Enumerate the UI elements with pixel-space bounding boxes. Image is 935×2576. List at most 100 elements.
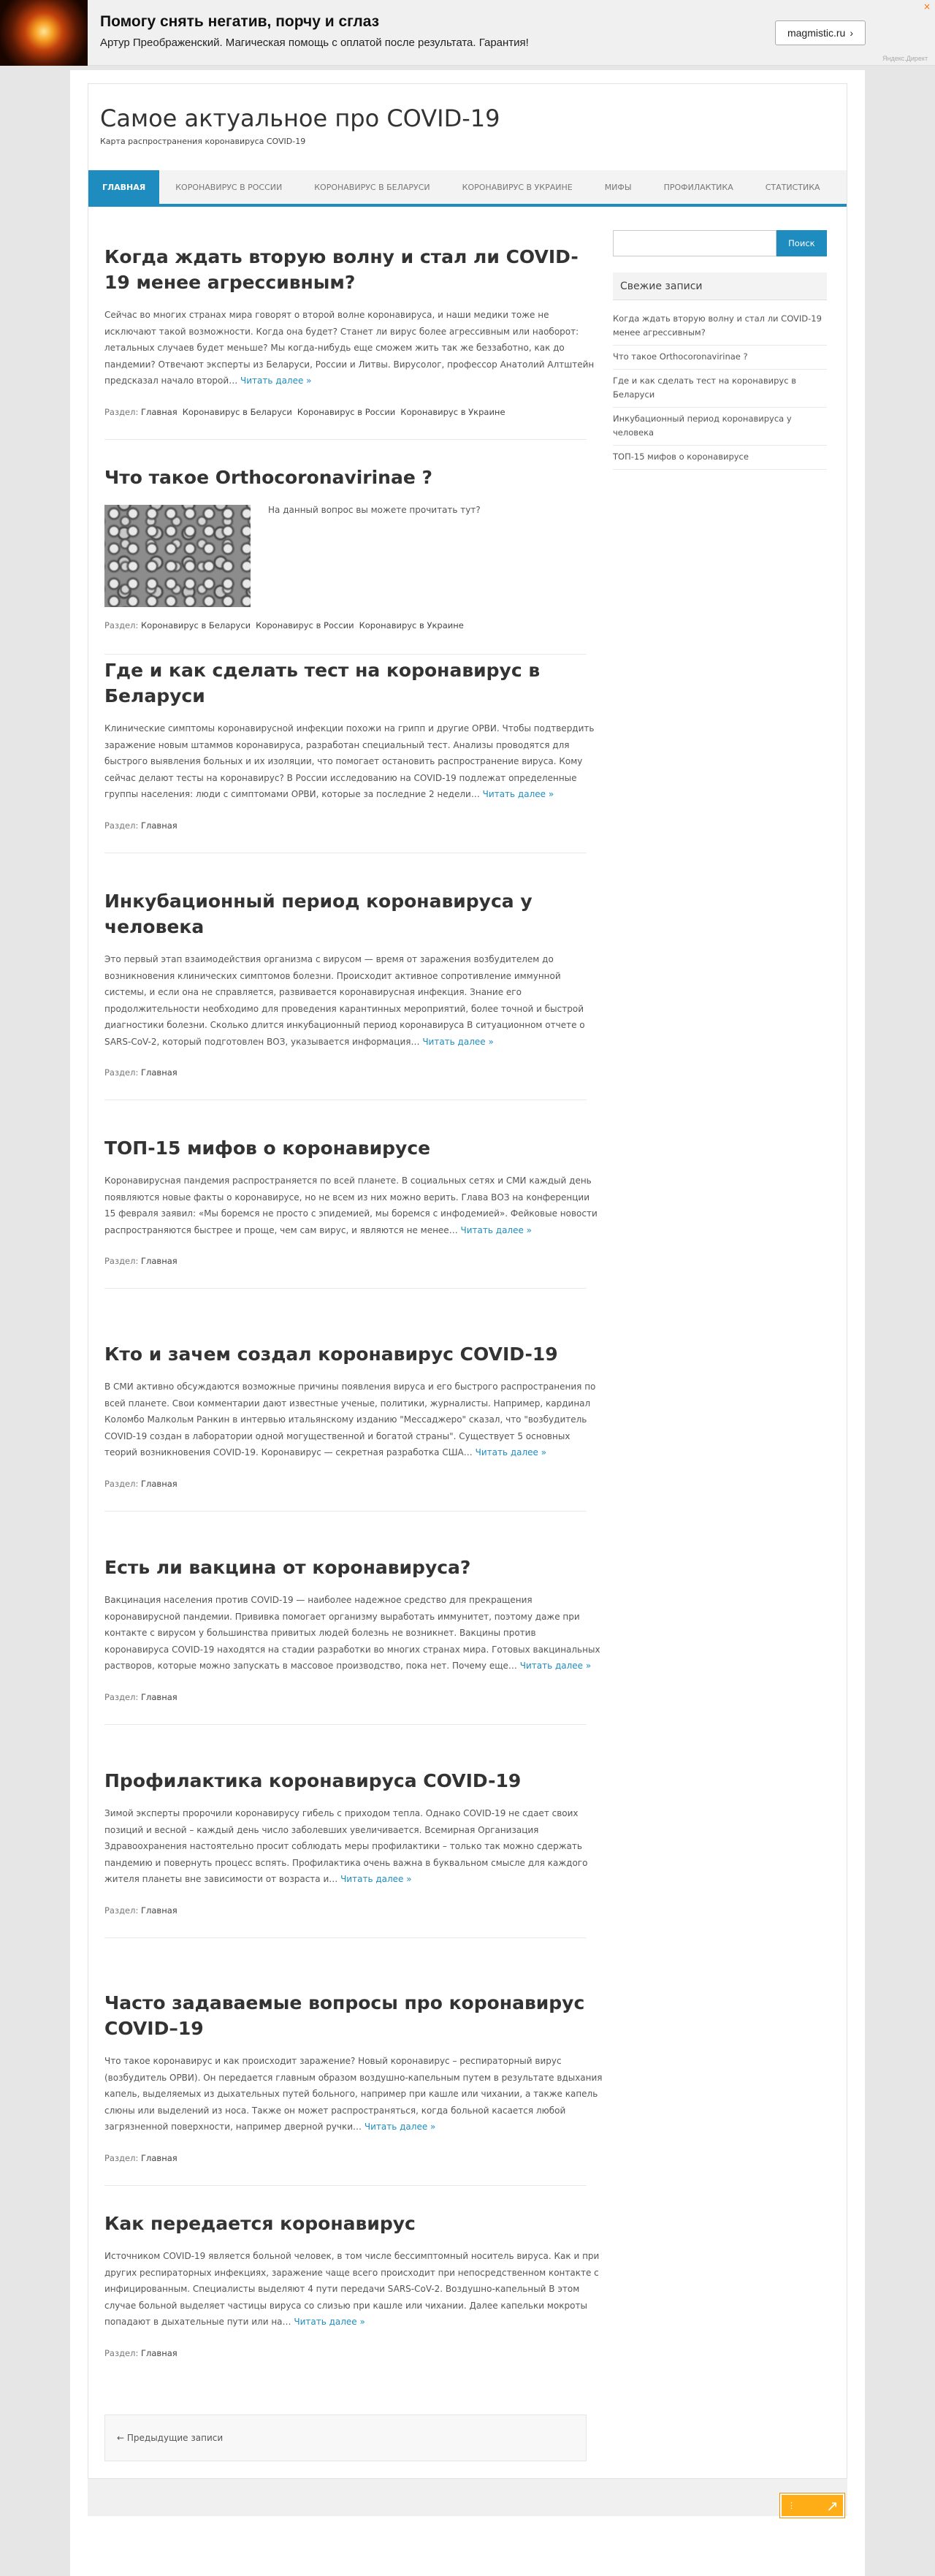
top-ad-banner[interactable]: Помогу снять негатив, порчу и сглаз Арту… [0,0,935,66]
post: Что такое Orthocoronavirinae ? На данный… [104,449,603,655]
post-excerpt: Сейчас во многих странах мира говорят о … [104,310,595,386]
ad-site-button[interactable]: magmistic.ru › [775,20,866,45]
site-container: Самое актуальное про COVID-19 Карта расп… [88,83,847,2516]
read-more-link[interactable]: Читать далее » [422,1037,494,1047]
sidebar: Поиск Свежие записи Когда ждать вторую в… [613,230,827,470]
nav-item-statistics[interactable]: СТАТИСТИКА [749,170,836,204]
nav-item-myths[interactable]: МИФЫ [589,170,648,204]
category-link[interactable]: Главная [141,1067,178,1078]
search-button[interactable]: Поиск [776,230,827,256]
post-thumbnail[interactable] [104,505,251,607]
ad-title[interactable]: Помогу снять негатив, порчу и сглаз [100,13,379,31]
post-divider [104,1510,587,1512]
ad-image[interactable] [0,0,88,66]
ad-label[interactable]: Яндекс.Директ [882,55,928,62]
post-title[interactable]: Что такое Orthocoronavirinae ? [104,458,603,490]
recent-posts-title: Свежие записи [613,273,827,300]
post-divider [104,1723,587,1725]
post-categories: Раздел: Главная Коронавирус в Беларуси Кор… [104,406,505,417]
post-title[interactable]: Профилактика коронавируса COVID-19 [104,1761,603,1794]
arrow-up-right-icon: ↗ [826,2497,839,2515]
post-title[interactable]: Где и как сделать тест на коронавирус в … [104,651,603,709]
post-excerpt: Клинические симптомы коронавирусной инфе… [104,723,595,799]
ad-close-icon[interactable]: × [923,1,931,12]
read-more-link[interactable]: Читать далее » [294,2317,365,2327]
category-link[interactable]: Коронавирус в Украине [400,407,505,417]
category-link[interactable]: Главная [141,1479,178,1489]
post-excerpt: Что такое коронавирус и как происходит з… [104,2056,603,2132]
category-link[interactable]: Главная [141,1905,178,1916]
ad-text: Артур Преображенский. Магическая помощь … [100,37,529,49]
category-link[interactable]: Главная [141,2348,178,2358]
post-title[interactable]: Когда ждать вторую волну и стал ли COVID… [104,237,603,295]
nav-item-prevention[interactable]: ПРОФИЛАКТИКА [648,170,749,204]
read-more-link[interactable]: Читать далее » [365,2122,436,2132]
nav-item-belarus[interactable]: КОРОНАВИРУС В БЕЛАРУСИ [298,170,446,204]
post-excerpt: Источником COVID-19 является больной чел… [104,2251,600,2327]
post: Кто и зачем создал коронавирус COVID-19 … [104,1326,603,1539]
ad-site-label: magmistic.ru [787,27,846,39]
category-link[interactable]: Коронавирус в России [256,620,354,630]
nav-item-ukraine[interactable]: КОРОНАВИРУС В УКРАИНЕ [446,170,589,204]
post: Профилактика коронавируса COVID-19 Зимой… [104,1753,603,1975]
recent-post-link[interactable]: Что такое Orthocoronavirinae ? [613,346,827,370]
nav-item-russia[interactable]: КОРОНАВИРУС В РОССИИ [159,170,298,204]
post-divider [104,2184,587,2186]
category-link[interactable]: Коронавирус в России [297,407,395,417]
site-title[interactable]: Самое актуальное про COVID-19 [100,104,500,132]
read-more-link[interactable]: Читать далее » [340,1874,412,1884]
post-title[interactable]: ТОП-15 мифов о коронавирусе [104,1129,603,1161]
main-nav: ГЛАВНАЯ КОРОНАВИРУС В РОССИИ КОРОНАВИРУС… [88,170,847,207]
read-more-link[interactable]: Читать далее » [476,1447,547,1457]
category-link[interactable]: Коронавирус в Беларуси [183,407,292,417]
post-categories: Раздел: Главная [104,1256,178,1266]
nav-item-home[interactable]: ГЛАВНАЯ [88,170,160,204]
post: ТОП-15 мифов о коронавирусе Коронавирусн… [104,1120,603,1326]
category-link[interactable]: Главная [141,2153,178,2163]
recent-post-link[interactable]: Где и как сделать тест на коронавирус в … [613,370,827,408]
post: Есть ли вакцина от коронавируса? Вакцина… [104,1539,603,1753]
floating-ad-button[interactable]: ⋮ ↗ [780,2493,844,2518]
post-categories: Раздел: Главная [104,820,178,831]
post: Где и как сделать тест на коронавирус в … [104,642,603,873]
post-title[interactable]: Часто задаваемые вопросы про коронавирус… [104,1984,603,2041]
category-link[interactable]: Главная [141,820,178,831]
post-divider [104,1937,587,1938]
read-more-link[interactable]: Читать далее » [240,376,312,386]
post-excerpt: Это первый этап взаимодействия организма… [104,954,585,1047]
recent-post-link[interactable]: Когда ждать вторую волну и стал ли COVID… [613,308,827,346]
footer-bar [88,2478,847,2516]
post-excerpt: В СМИ активно обсуждаются возможные прич… [104,1382,596,1457]
search-input[interactable] [613,230,776,256]
post-title[interactable]: Как передается коронавирус [104,2204,603,2236]
recent-post-link[interactable]: Инкубационный период коронавируса у чело… [613,408,827,446]
post-title[interactable]: Кто и зачем создал коронавирус COVID-19 [104,1335,603,1367]
post-divider [104,438,587,440]
read-more-link[interactable]: Читать далее » [461,1225,533,1235]
post: Когда ждать вторую волну и стал ли COVID… [104,237,603,449]
chevron-right-icon: › [850,27,854,39]
post-categories: Раздел: Главная [104,1691,178,1702]
post-excerpt: Коронавирусная пандемия распространяется… [104,1175,598,1235]
post-categories: Раздел: Главная [104,2152,178,2163]
post-categories: Раздел: Главная [104,1478,178,1489]
previous-posts-link[interactable]: ← Предыдущие записи [104,2415,587,2461]
post-categories: Раздел: Коронавирус в Беларуси Коронавиру… [104,620,464,630]
read-more-link[interactable]: Читать далее » [483,789,554,799]
dots-icon: ⋮ [787,2501,797,2510]
category-link[interactable]: Главная [141,1256,178,1266]
post-excerpt: Вакцинация населения против COVID-19 — н… [104,1595,600,1671]
post-title[interactable]: Есть ли вакцина от коронавируса? [104,1548,603,1580]
post-categories: Раздел: Главная [104,1067,178,1078]
category-link[interactable]: Коронавирус в Украине [359,620,464,630]
read-more-link[interactable]: Читать далее » [520,1661,592,1671]
recent-posts-list: Когда ждать вторую волну и стал ли COVID… [613,308,827,470]
category-link[interactable]: Главная [141,1692,178,1702]
post-title[interactable]: Инкубационный период коронавируса у чело… [104,882,603,940]
post-excerpt: На данный вопрос вы можете прочитать тут… [268,505,481,515]
category-link[interactable]: Коронавирус в Беларуси [141,620,251,630]
category-link[interactable]: Главная [141,407,178,417]
recent-post-link[interactable]: ТОП-15 мифов о коронавирусе [613,446,827,470]
page: Самое актуальное про COVID-19 Карта расп… [70,70,865,2576]
post-divider [104,1288,587,1289]
